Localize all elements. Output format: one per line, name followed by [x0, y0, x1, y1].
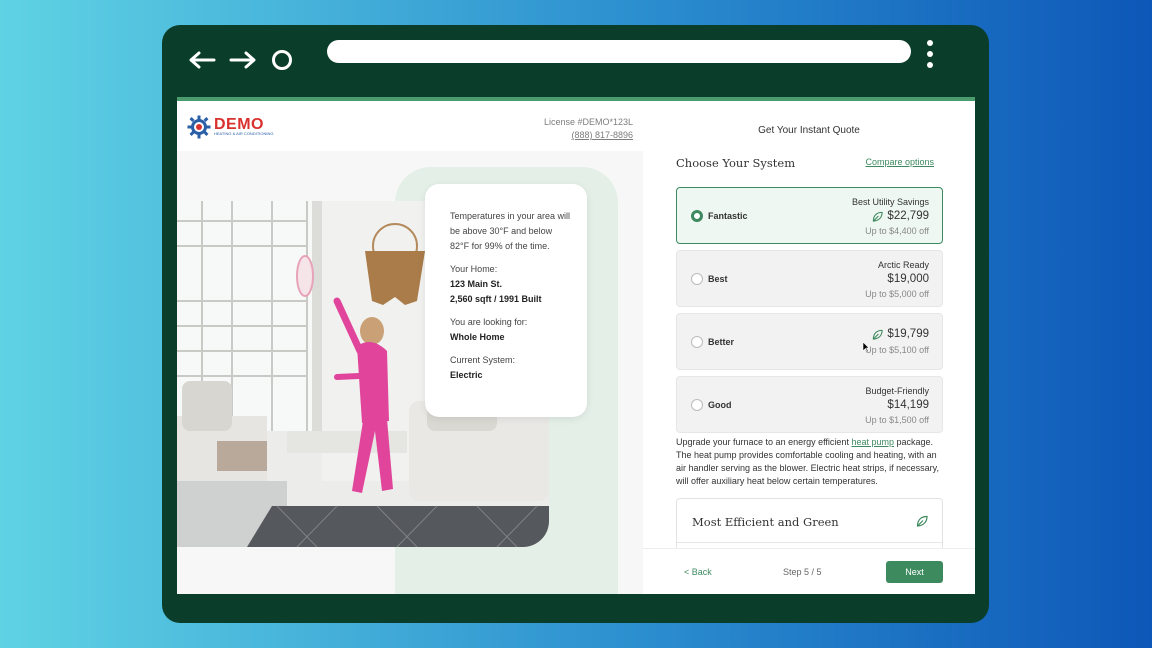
option-name: Better	[708, 337, 735, 347]
back-button[interactable]: < Back	[684, 567, 712, 577]
radio-button[interactable]	[691, 210, 703, 222]
option-better[interactable]: Better $19,799 Up to $5,100 off	[676, 313, 943, 370]
option-best[interactable]: Best Arctic Ready $19,000 Up to $5,000 o…	[676, 250, 943, 307]
phone-link[interactable]: (888) 817-8896	[544, 129, 633, 142]
left-panel: DEMO HEATING & AIR CONDITIONING License …	[177, 101, 643, 594]
option-price-row: $19,799	[872, 328, 929, 340]
gear-icon	[187, 115, 211, 139]
option-discount: Up to $5,100 off	[865, 345, 929, 355]
option-name: Good	[708, 400, 732, 410]
heat-pump-link[interactable]: heat pump	[851, 437, 894, 447]
option-good[interactable]: Good Budget-Friendly $14,199 Up to $1,50…	[676, 376, 943, 433]
compare-options-link[interactable]: Compare options	[865, 157, 934, 167]
option-name: Best	[708, 274, 728, 284]
section-heading: Choose Your System	[676, 156, 796, 170]
kebab-menu-icon[interactable]	[924, 40, 936, 68]
option-price: $19,799	[887, 328, 929, 340]
description-text: Upgrade your furnace to an energy effici…	[676, 437, 852, 447]
temperature-note: Temperatures in your area will be above …	[450, 211, 571, 251]
radio-button[interactable]	[691, 273, 703, 285]
option-discount: Up to $4,400 off	[865, 226, 929, 236]
looking-for-value: Whole Home	[450, 332, 505, 342]
home-info-card: Temperatures in your area will be above …	[425, 184, 587, 417]
option-fantastic[interactable]: Fantastic Best Utility Savings $22,799 U…	[676, 187, 943, 244]
home-details: 2,560 sqft / 1991 Built	[450, 294, 542, 304]
option-discount: Up to $5,000 off	[865, 289, 929, 299]
next-button[interactable]: Next	[886, 561, 943, 583]
option-tag: Arctic Ready	[877, 260, 929, 270]
efficiency-title: Most Efficient and Green	[692, 515, 839, 529]
step-indicator: Step 5 / 5	[783, 567, 822, 577]
license-number: License #DEMO*123L	[543, 117, 633, 127]
home-address: 123 Main St.	[450, 279, 503, 289]
home-label: Your Home:	[450, 264, 498, 274]
address-bar[interactable]	[327, 40, 911, 63]
option-price-row: $19,000	[887, 273, 929, 285]
leaf-icon	[916, 515, 928, 527]
option-name: Fantastic	[708, 211, 748, 221]
radio-button[interactable]	[691, 399, 703, 411]
current-system-label: Current System:	[450, 355, 516, 365]
quote-title: Get Your Instant Quote	[758, 125, 860, 136]
web-page: DEMO HEATING & AIR CONDITIONING License …	[177, 97, 975, 594]
logo-subtext: HEATING & AIR CONDITIONING	[214, 131, 274, 136]
option-price: $22,799	[887, 210, 929, 222]
looking-for-label: You are looking for:	[450, 317, 528, 327]
quote-panel: Get Your Instant Quote Choose Your Syste…	[643, 101, 975, 594]
system-options: Fantastic Best Utility Savings $22,799 U…	[676, 187, 943, 439]
option-tag: Best Utility Savings	[851, 197, 929, 207]
browser-window: DEMO HEATING & AIR CONDITIONING License …	[162, 25, 989, 623]
arrow-right-icon[interactable]	[225, 42, 261, 78]
mouse-cursor-icon	[862, 341, 870, 353]
system-description: Upgrade your furnace to an energy effici…	[676, 436, 944, 488]
browser-toolbar	[162, 25, 989, 95]
license-info: License #DEMO*123L (888) 817-8896	[544, 116, 633, 142]
option-price: $19,000	[887, 273, 929, 285]
divider	[677, 542, 942, 543]
company-logo[interactable]: DEMO HEATING & AIR CONDITIONING	[187, 111, 274, 143]
wizard-footer: < Back Step 5 / 5 Next	[643, 548, 975, 594]
logo-wordmark: DEMO	[214, 116, 264, 133]
option-price: $14,199	[887, 399, 929, 411]
site-header: DEMO HEATING & AIR CONDITIONING License …	[177, 101, 643, 151]
radio-button[interactable]	[691, 336, 703, 348]
current-system-value: Electric	[450, 370, 483, 380]
reload-icon[interactable]	[264, 42, 300, 78]
arrow-left-icon[interactable]	[184, 42, 220, 78]
leaf-icon	[873, 211, 884, 222]
option-tag: Budget-Friendly	[865, 386, 929, 396]
option-discount: Up to $1,500 off	[865, 415, 929, 425]
option-price-row: $14,199	[887, 399, 929, 411]
option-price-row: $22,799	[872, 210, 929, 222]
leaf-icon	[873, 329, 884, 340]
